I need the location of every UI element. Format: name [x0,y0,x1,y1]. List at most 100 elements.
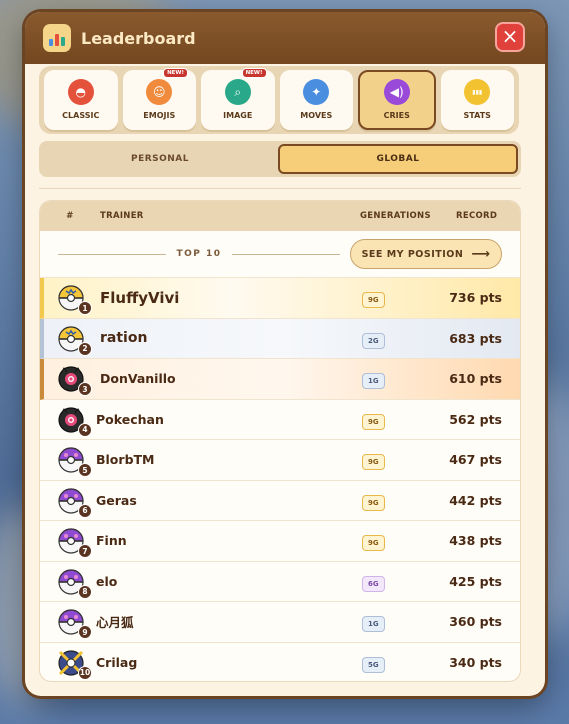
generation-badge: 9G [362,413,385,430]
rank-number: 5 [78,463,92,477]
stats-bars-icon: ▮▮▮ [464,79,491,105]
table-row[interactable]: 8 elo 6G 425 pts [40,562,520,602]
tab-label: IMAGE [223,111,253,120]
leaderboard-modal: Leaderboard × ◓ CLASSIC NEW! ☺ EMOJIS NEW! ⌕… [25,12,545,696]
rank-cell: 2 [44,319,100,359]
close-icon: × [501,24,519,48]
pokeball-icon: ◓ [67,79,94,105]
generation-cell: 6G [342,571,438,592]
tab-label: STATS [463,111,491,120]
leaderboard-table: # TRAINER GENERATIONS RECORD TOP 10 SEE … [39,200,521,682]
rank-number: 10 [78,665,92,680]
tab-image[interactable]: NEW! ⌕ IMAGE [201,68,275,130]
table-row[interactable]: 10 Crilag 5G 340 pts [40,643,520,682]
scope-toggle: PERSONAL GLOBAL [39,141,521,177]
table-row[interactable]: 6 Geras 9G 442 pts [40,481,520,521]
modal-header: Leaderboard × [25,12,545,64]
table-row[interactable]: 4 Pokechan 9G 562 pts [40,400,520,440]
rank-cell: 10 [40,643,96,682]
tab-stats[interactable]: ▮▮▮ STATS [440,70,514,130]
table-row[interactable]: 3 DonVanillo 1G 610 pts [40,359,520,400]
trainer-name: ration [100,330,148,347]
tab-label: CRIES [383,111,410,120]
generation-badge: 1G [362,373,385,390]
generation-badge: 9G [362,535,385,552]
new-badge: NEW! [163,68,188,78]
tab-emojis[interactable]: NEW! ☺ EMOJIS [122,68,196,130]
trainer-name: elo [96,573,118,589]
modal-title: Leaderboard [81,28,196,48]
table-row[interactable]: 2 ration 2G 683 pts [40,318,520,359]
divider [39,188,521,189]
generation-badge: 1G [362,616,385,633]
close-button[interactable]: × [495,22,525,52]
generation-cell: 9G [342,287,438,309]
scope-global-button[interactable]: GLOBAL [278,144,518,174]
table-row[interactable]: 9 心月狐 1G 360 pts [40,602,520,643]
table-row[interactable]: 7 Finn 9G 438 pts [40,521,520,562]
record-points: 467 pts [449,452,502,468]
table-header: # TRAINER GENERATIONS RECORD [40,201,520,231]
rank-number: 3 [78,382,92,396]
trainer-name: 心月狐 [96,615,134,631]
table-row[interactable]: 5 BlorbTM 9G 467 pts [40,440,520,481]
see-my-position-button[interactable]: SEE MY POSITION ⟶ [350,239,503,269]
trainer-name: Pokechan [96,411,164,427]
rank-cell: 1 [44,278,100,318]
record-points: 438 pts [449,533,502,549]
record-points: 562 pts [449,411,502,427]
generation-cell: 5G [342,652,438,673]
generation-cell: 1G [342,611,438,633]
rank-number: 4 [78,422,92,437]
rank-number: 8 [78,584,92,599]
mode-tabs: ◓ CLASSIC NEW! ☺ EMOJIS NEW! ⌕ IMAGE ✦ MOVES ◀… [39,66,519,134]
top-ten-label: TOP 10 [176,249,222,259]
tab-label: MOVES [300,111,333,120]
generation-cell: 9G [342,449,438,471]
rank-number: 9 [78,625,92,639]
col-record-header: RECORD [456,211,498,221]
trainer-name: Crilag [96,654,138,670]
record-points: 736 pts [449,290,502,306]
tab-moves[interactable]: ✦ MOVES [279,70,353,130]
table-body: 1 FluffyVivi 9G 736 pts 2 ration 2G 683 … [40,278,520,682]
rank-number: 2 [78,341,92,356]
top-line-right [231,253,341,255]
record-points: 610 pts [449,371,502,387]
generation-badge: 9G [362,292,385,309]
rank-cell: 7 [40,521,96,561]
speaker-icon: ◀) [383,79,410,105]
record-points: 683 pts [449,330,502,346]
rank-number: 1 [78,301,92,315]
generation-cell: 9G [342,409,438,430]
rank-number: 6 [78,503,92,518]
record-points: 425 pts [449,573,502,589]
sparkle-icon: ✦ [303,79,330,105]
scope-personal-button[interactable]: PERSONAL [42,144,278,174]
smiley-icon: ☺ [146,79,173,105]
generation-cell: 2G [342,328,438,349]
table-row[interactable]: 1 FluffyVivi 9G 736 pts [40,278,520,319]
tab-label: EMOJIS [143,111,176,120]
col-generations-header: GENERATIONS [360,211,431,221]
generation-badge: 9G [362,454,385,471]
new-badge: NEW! [241,68,267,78]
generation-badge: 2G [362,332,385,349]
see-my-position-label: SEE MY POSITION [361,248,464,260]
col-rank-header: # [66,211,74,221]
rank-cell: 6 [40,481,96,521]
col-trainer-header: TRAINER [100,211,144,221]
generation-cell: 1G [342,368,438,390]
trainer-name: Finn [96,533,127,549]
trainer-name: Geras [96,492,137,508]
generation-badge: 5G [362,656,385,673]
tab-classic[interactable]: ◓ CLASSIC [44,70,118,130]
tab-cries[interactable]: ◀) CRIES [358,70,436,130]
trainer-name: FluffyVivi [100,288,180,307]
generation-cell: 9G [342,490,438,511]
trainer-name: BlorbTM [96,452,155,468]
record-points: 360 pts [449,614,502,630]
leaderboard-logo-icon [43,24,71,52]
arrow-right-icon: ⟶ [471,246,491,262]
generation-badge: 9G [362,494,385,511]
